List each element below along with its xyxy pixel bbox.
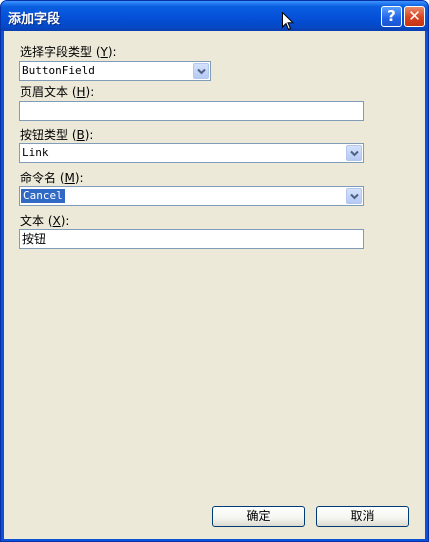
command-name-dropdown-button[interactable] bbox=[346, 188, 362, 204]
chevron-down-icon bbox=[350, 150, 359, 157]
question-icon: ? bbox=[387, 7, 396, 25]
button-type-select[interactable]: Link bbox=[19, 143, 364, 163]
button-type-label: 按钮类型 (B): bbox=[20, 128, 94, 142]
field-type-label: 选择字段类型 (Y): bbox=[20, 45, 117, 59]
help-button[interactable]: ? bbox=[381, 6, 402, 27]
text-value: 按钮 bbox=[22, 232, 47, 246]
close-button[interactable]: ✕ bbox=[404, 6, 425, 27]
command-name-label: 命令名 (M): bbox=[20, 171, 84, 185]
chevron-down-icon bbox=[350, 193, 359, 200]
button-type-value: Link bbox=[22, 146, 49, 159]
dialog-window: 添加字段 ? ✕ 选择字段类型 (Y): ButtonField 页眉文本 (H… bbox=[0, 0, 429, 542]
close-icon: ✕ bbox=[408, 7, 421, 25]
text-input[interactable]: 按钮 bbox=[19, 229, 364, 249]
command-name-select[interactable]: Cancel bbox=[19, 186, 364, 206]
dialog-body: 选择字段类型 (Y): ButtonField 页眉文本 (H): 按钮类型 (… bbox=[4, 31, 425, 539]
ok-button[interactable]: 确定 bbox=[212, 506, 305, 527]
mouse-pointer-icon bbox=[282, 12, 294, 31]
header-text-label: 页眉文本 (H): bbox=[20, 85, 95, 99]
header-text-input[interactable] bbox=[19, 101, 364, 121]
chevron-down-icon bbox=[197, 68, 206, 75]
dialog-title: 添加字段 bbox=[8, 12, 61, 27]
title-bar[interactable]: 添加字段 ? ✕ bbox=[1, 1, 428, 31]
field-type-dropdown-button[interactable] bbox=[193, 63, 209, 79]
field-type-value: ButtonField bbox=[22, 64, 95, 77]
command-name-value: Cancel bbox=[21, 189, 65, 203]
field-type-select[interactable]: ButtonField bbox=[19, 61, 211, 81]
text-label: 文本 (X): bbox=[20, 214, 70, 228]
button-type-dropdown-button[interactable] bbox=[346, 145, 362, 161]
cancel-button[interactable]: 取消 bbox=[316, 506, 409, 527]
